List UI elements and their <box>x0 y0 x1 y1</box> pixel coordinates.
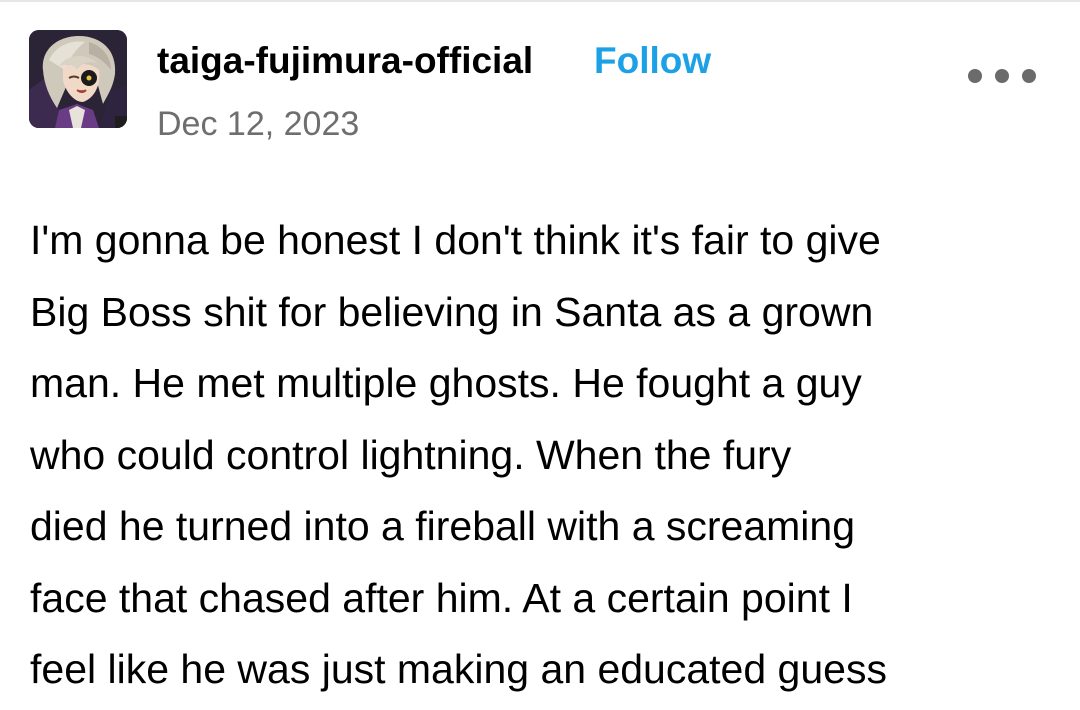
post-text-line: who could control lightning. When the fu… <box>30 431 792 478</box>
post-text-line: I'm gonna be honest I don't think it's f… <box>30 217 881 263</box>
ellipsis-icon <box>968 69 982 83</box>
post-text-line: man. He met multiple ghosts. He fought a… <box>30 360 862 406</box>
post-header: taiga-fujimura-official Follow Dec 12, 2… <box>0 0 1080 170</box>
more-options-button[interactable] <box>968 60 1036 92</box>
post-text: I'm gonna be honest I don't think it's f… <box>30 205 1060 706</box>
follow-button[interactable]: Follow <box>594 38 711 84</box>
post-date: Dec 12, 2023 <box>157 105 360 143</box>
post-text-line: died he turned into a fireball with a sc… <box>30 503 856 549</box>
ellipsis-icon-dot <box>1022 69 1036 83</box>
avatar[interactable] <box>29 30 127 128</box>
post-body: I'm gonna be honest I don't think it's f… <box>30 205 1060 706</box>
blog-name[interactable]: taiga-fujimura-official <box>157 38 533 84</box>
ellipsis-icon-dot <box>995 69 1009 83</box>
avatar-image <box>29 30 127 128</box>
post-text-line: feel like he was just making an educated… <box>30 646 887 692</box>
post-text-line: face that chased after him. At a certain… <box>30 574 853 621</box>
post-text-line: Big Boss shit for believing in Santa as … <box>30 288 874 335</box>
